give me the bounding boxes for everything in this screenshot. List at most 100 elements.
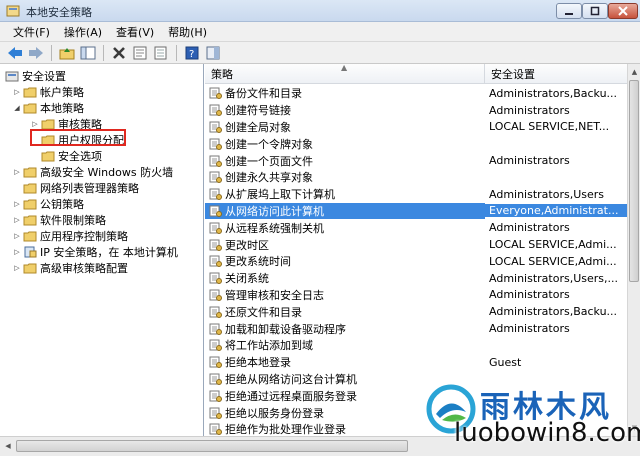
policy-name: 创建一个页面文件 (225, 154, 313, 168)
delete-button[interactable] (110, 44, 128, 62)
expand-arrow-icon[interactable]: ▷ (12, 216, 22, 224)
tree-label: 高级安全 Windows 防火墙 (40, 166, 174, 179)
table-row[interactable]: 创建全局对象 LOCAL SERVICE,NET... (205, 119, 627, 136)
policy-setting-icon (209, 104, 222, 117)
toolbar: ? (0, 42, 640, 64)
tree-item-application-control[interactable]: ▷ 应用程序控制策略 (12, 228, 128, 244)
tree-label: 软件限制策略 (40, 214, 106, 227)
back-button[interactable] (6, 44, 24, 62)
horizontal-scroll-thumb[interactable] (16, 440, 408, 452)
policy-setting-icon (209, 373, 222, 385)
properties-icon (133, 46, 147, 59)
expand-arrow-icon[interactable]: ▷ (30, 120, 40, 128)
tree-label: 网络列表管理器策略 (40, 182, 139, 195)
forward-button[interactable] (27, 44, 45, 62)
help-button[interactable]: ? (183, 44, 201, 62)
table-row[interactable]: 备份文件和目录 Administrators,Backu... (205, 85, 627, 102)
tree-item-local-policies[interactable]: ◢ 本地策略 (12, 100, 84, 116)
maximize-button[interactable] (582, 3, 608, 19)
table-row[interactable]: 创建永久共享对象 (205, 169, 627, 186)
folder-icon (41, 150, 55, 162)
tree-item-security-settings[interactable]: 安全设置 (4, 68, 66, 84)
tree-label: IP 安全策略，在 本地计算机 (40, 246, 178, 259)
tree-label: 应用程序控制策略 (40, 230, 128, 243)
expand-arrow-icon[interactable]: ▷ (12, 264, 22, 272)
policy-name: 备份文件和目录 (225, 87, 302, 101)
column-header-policy[interactable]: ▲ 策略 (205, 64, 485, 84)
setting-cell: Administrators (489, 322, 570, 336)
properties-button[interactable] (131, 44, 149, 62)
vertical-scrollbar[interactable]: ▲ ▼ (627, 64, 640, 436)
policy-setting-icon (209, 138, 222, 150)
policy-setting-icon (209, 407, 222, 419)
table-row[interactable]: 管理审核和安全日志 Administrators (205, 287, 627, 304)
close-button[interactable] (608, 3, 638, 19)
folder-icon (23, 214, 37, 226)
tree-item-ip-security-policies[interactable]: ▷ IP 安全策略，在 本地计算机 (12, 244, 178, 260)
scroll-up-arrow-icon[interactable]: ▲ (628, 65, 640, 79)
tree-item-software-restriction[interactable]: ▷ 软件限制策略 (12, 212, 106, 228)
table-row[interactable]: 加载和卸载设备驱动程序 Administrators (205, 320, 627, 337)
tree-label: 安全选项 (58, 150, 102, 163)
tree-item-advanced-audit-policy[interactable]: ▷ 高级审核策略配置 (12, 260, 128, 276)
expand-arrow-icon[interactable]: ▷ (12, 88, 22, 96)
table-row[interactable]: 拒绝本地登录 Guest (205, 354, 627, 371)
collapse-arrow-icon[interactable]: ◢ (12, 104, 22, 112)
table-row[interactable]: 从远程系统强制关机 Administrators (205, 219, 627, 236)
menu-view[interactable]: 查看(V) (109, 24, 161, 40)
policy-setting-icon (209, 423, 222, 436)
setting-cell: Administrators,Users,... (489, 271, 619, 285)
table-row[interactable]: 将工作站添加到域 (205, 337, 627, 354)
ip-security-icon (23, 246, 37, 258)
policy-setting-icon (209, 239, 222, 251)
policy-cell: 创建符号链接 (205, 102, 485, 118)
menu-file[interactable]: 文件(F) (6, 24, 57, 40)
policy-name: 更改系统时间 (225, 255, 291, 269)
table-row[interactable]: 创建一个令牌对象 (205, 135, 627, 152)
expand-arrow-icon[interactable]: ▷ (12, 200, 22, 208)
table-row[interactable]: 从扩展坞上取下计算机 Administrators,Users (205, 186, 627, 203)
folder-icon (23, 166, 37, 178)
minimize-button[interactable] (556, 3, 582, 19)
policy-name: 还原文件和目录 (225, 305, 302, 319)
policy-name: 从扩展坞上取下计算机 (225, 188, 335, 202)
policy-cell: 备份文件和目录 (205, 85, 485, 101)
policy-cell: 从网络访问此计算机 (205, 202, 485, 219)
setting-cell: Administrators (489, 221, 570, 235)
up-one-level-button[interactable] (58, 44, 76, 62)
folder-icon (23, 262, 37, 274)
policy-setting-icon (209, 255, 222, 268)
vertical-scroll-thumb[interactable] (629, 80, 639, 282)
tree-label: 公钥策略 (40, 198, 84, 211)
table-row[interactable]: 更改时区 LOCAL SERVICE,Admi... (205, 236, 627, 253)
menu-help[interactable]: 帮助(H) (161, 24, 214, 40)
tree-item-security-options[interactable]: 安全选项 (30, 148, 102, 164)
expand-arrow-icon[interactable]: ▷ (12, 168, 22, 176)
table-row[interactable]: 创建符号链接 Administrators (205, 102, 627, 119)
tree-item-public-key-policies[interactable]: ▷ 公钥策略 (12, 196, 84, 212)
policy-setting-icon (209, 356, 222, 369)
export-list-button[interactable] (152, 44, 170, 62)
scroll-left-arrow-icon[interactable]: ◀ (2, 440, 14, 452)
policy-setting-icon (209, 87, 222, 100)
show-hide-tree-button[interactable] (79, 44, 97, 62)
setting-cell: Administrators (489, 103, 570, 117)
policy-name: 创建一个令牌对象 (225, 137, 313, 151)
tree-item-windows-firewall[interactable]: ▷ 高级安全 Windows 防火墙 (12, 164, 173, 180)
tree-item-network-list-manager[interactable]: 网络列表管理器策略 (12, 180, 139, 196)
policy-setting-icon (209, 188, 222, 201)
menu-action[interactable]: 操作(A) (57, 24, 109, 40)
setting-cell: Administrators (489, 154, 570, 168)
setting-cell: Administrators,Users (489, 187, 605, 201)
policy-cell: 关闭系统 (205, 270, 485, 286)
table-row[interactable]: 更改系统时间 LOCAL SERVICE,Admi... (205, 253, 627, 270)
table-row[interactable]: 从网络访问此计算机 Everyone,Administrat... (205, 202, 627, 220)
table-row[interactable]: 创建一个页面文件 Administrators (205, 152, 627, 169)
tree-item-account-policies[interactable]: ▷ 帐户策略 (12, 84, 84, 100)
table-row[interactable]: 关闭系统 Administrators,Users,... (205, 270, 627, 287)
table-row[interactable]: 还原文件和目录 Administrators,Backu... (205, 303, 627, 320)
action-pane-button[interactable] (204, 44, 222, 62)
expand-arrow-icon[interactable]: ▷ (12, 248, 22, 256)
expand-arrow-icon[interactable]: ▷ (12, 232, 22, 240)
column-header-setting[interactable]: 安全设置 (485, 64, 627, 84)
